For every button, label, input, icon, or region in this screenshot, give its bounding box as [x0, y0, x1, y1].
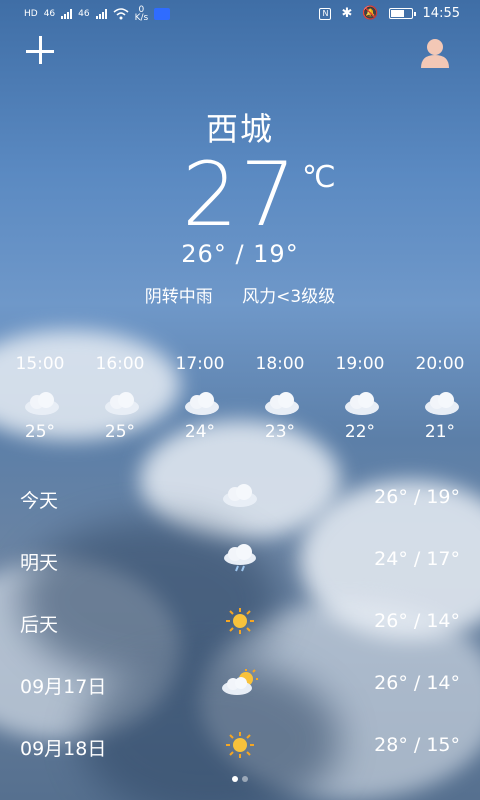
wind-text: 风力<3级级: [242, 287, 336, 307]
day-range: 26° / 14°: [374, 672, 460, 694]
day-range: 26° / 19°: [374, 486, 460, 508]
hour-temp: 23°: [264, 422, 296, 442]
nfc-icon: N: [319, 7, 332, 20]
network-type: 46: [43, 9, 56, 19]
daily-row[interactable]: 09月18日 28° / 15°: [0, 714, 480, 776]
day-range: 28° / 15°: [374, 734, 460, 756]
hour-temp: 25°: [24, 422, 56, 442]
page-dot[interactable]: [242, 776, 248, 782]
hour-temp: 22°: [344, 422, 376, 442]
hour-time: 16:00: [95, 354, 145, 374]
signal-icon-2: [95, 9, 107, 19]
bluetooth-icon: ✱: [341, 6, 353, 21]
daily-row[interactable]: 今天 26° / 19°: [0, 466, 480, 528]
day-label: 09月18日: [20, 738, 107, 760]
cloud-icon: [342, 390, 379, 415]
weather-app: HD 46 46 0 K/s N ✱ 🔕 14:55 西城 27 ℃ 26° / …: [0, 0, 480, 800]
day-label: 后天: [20, 614, 59, 636]
cloud-icon: [22, 390, 59, 415]
speed-readout: 0 K/s: [134, 5, 149, 23]
condition-line: 阴转中雨 风力<3级级: [0, 282, 480, 307]
cloud-icon: [182, 390, 219, 415]
signal-icon: [61, 9, 73, 19]
daily-row[interactable]: 09月17日 26° / 14°: [0, 652, 480, 714]
condition-text: 阴转中雨: [144, 287, 213, 307]
page-indicator: [0, 776, 480, 782]
page-dot[interactable]: [232, 776, 238, 782]
hour-time: 19:00: [335, 354, 385, 374]
day-label: 明天: [20, 552, 59, 574]
cloud-icon: [102, 390, 139, 415]
hour-time: 18:00: [255, 354, 305, 374]
status-bar: HD 46 46 0 K/s N ✱ 🔕 14:55: [0, 0, 480, 28]
cloud-icon: [262, 390, 299, 415]
day-range: 24° / 17°: [374, 548, 460, 570]
hourly-item: 18:00 23°: [240, 354, 320, 442]
mute-icon: 🔕: [362, 6, 379, 21]
hourly-item: 17:00 24°: [160, 354, 240, 442]
cloud-icon: [220, 482, 260, 512]
hourly-item: 15:00 25°: [0, 354, 80, 442]
person-icon[interactable]: [418, 36, 452, 70]
daily-row[interactable]: 后天 26° / 14°: [0, 590, 480, 652]
sun-icon: [220, 730, 260, 760]
current-temperature: 27: [182, 143, 298, 246]
wifi-icon: [113, 8, 129, 20]
day-label: 今天: [20, 490, 59, 512]
rain-icon: [220, 544, 260, 574]
add-city-button[interactable]: [22, 34, 58, 70]
temperature-unit: ℃: [302, 160, 336, 195]
hour-time: 20:00: [415, 354, 465, 374]
daily-forecast: 今天 26° / 19° 明天 24° / 17° 后天 26° / 14° 09月1…: [0, 466, 480, 776]
hourly-item: 19:00 22°: [320, 354, 400, 442]
hourly-item: 20:00 21°: [400, 354, 480, 442]
day-range: 26° / 14°: [374, 610, 460, 632]
hourly-forecast[interactable]: 15:00 25° 16:00 25° 17:00 24° 18:00 23° 19:0…: [0, 354, 480, 442]
daily-row[interactable]: 明天 24° / 17°: [0, 528, 480, 590]
today-range: 26° / 19°: [181, 240, 299, 268]
hour-temp: 25°: [104, 422, 136, 442]
clock: 14:55: [422, 6, 460, 21]
app-notification-icon: [154, 8, 171, 20]
hourly-item: 16:00 25°: [80, 354, 160, 442]
hour-temp: 21°: [424, 422, 456, 442]
hour-time: 17:00: [175, 354, 225, 374]
battery-icon: [388, 8, 416, 19]
network-type-2: 46: [78, 9, 90, 19]
partly-cloudy-icon: [220, 668, 260, 698]
hd-badge: HD: [24, 9, 38, 19]
sun-icon: [220, 606, 260, 636]
hour-temp: 24°: [184, 422, 216, 442]
hour-time: 15:00: [15, 354, 65, 374]
cloud-icon: [422, 390, 459, 415]
day-label: 09月17日: [20, 676, 107, 698]
